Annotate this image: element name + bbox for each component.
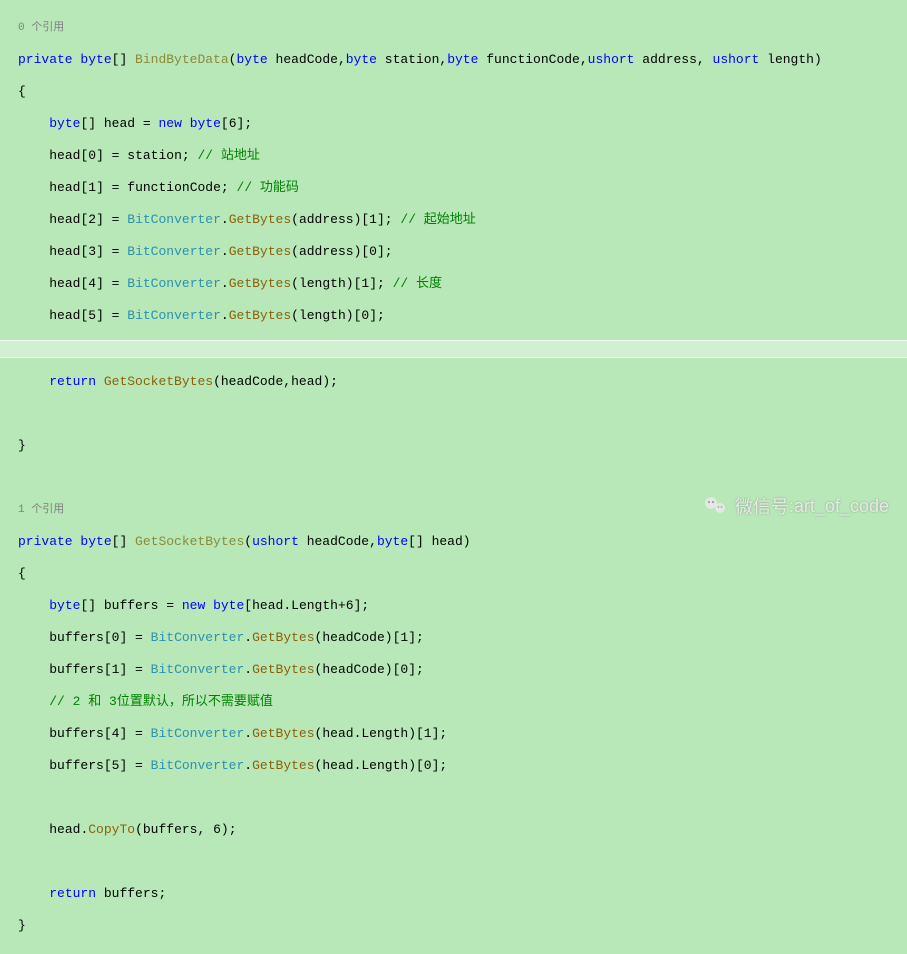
code-line: return GetSocketBytes(headCode,head); — [18, 374, 907, 390]
code-line: } — [18, 918, 907, 934]
code-line — [18, 470, 907, 486]
code-line: byte[] head = new byte[6]; — [18, 116, 907, 132]
code-line — [18, 790, 907, 806]
code-editor[interactable]: 0 个引用 private byte[] BindByteData(byte h… — [0, 0, 907, 954]
code-line: byte[] buffers = new byte[head.Length+6]… — [18, 598, 907, 614]
code-line: { — [18, 566, 907, 582]
code-line: return buffers; — [18, 886, 907, 902]
code-line: private byte[] GetSocketBytes(ushort hea… — [18, 534, 907, 550]
code-line — [18, 406, 907, 422]
code-line: head[5] = BitConverter.GetBytes(length)[… — [18, 308, 907, 324]
code-line: head[1] = functionCode; // 功能码 — [18, 180, 907, 196]
watermark-label: 微信号 — [735, 493, 789, 519]
code-line-highlight — [0, 340, 907, 358]
wechat-icon — [703, 494, 727, 518]
code-line — [18, 854, 907, 870]
code-line: buffers[5] = BitConverter.GetBytes(head.… — [18, 758, 907, 774]
code-line: buffers[4] = BitConverter.GetBytes(head.… — [18, 726, 907, 742]
code-line: head[4] = BitConverter.GetBytes(length)[… — [18, 276, 907, 292]
code-line: head[2] = BitConverter.GetBytes(address)… — [18, 212, 907, 228]
code-line: buffers[1] = BitConverter.GetBytes(headC… — [18, 662, 907, 678]
code-line: buffers[0] = BitConverter.GetBytes(headC… — [18, 630, 907, 646]
code-line: private byte[] BindByteData(byte headCod… — [18, 52, 907, 68]
code-line: head[0] = station; // 站地址 — [18, 148, 907, 164]
code-line: } — [18, 438, 907, 454]
code-line: head.CopyTo(buffers, 6); — [18, 822, 907, 838]
code-line: { — [18, 84, 907, 100]
codelens-ref[interactable]: 0 个引用 — [18, 20, 907, 36]
watermark-value: art_of_code — [794, 496, 889, 517]
code-line: // 2 和 3位置默认，所以不需要赋值 — [18, 694, 907, 710]
watermark: 微信号: art_of_code — [703, 493, 889, 519]
code-line: head[3] = BitConverter.GetBytes(address)… — [18, 244, 907, 260]
